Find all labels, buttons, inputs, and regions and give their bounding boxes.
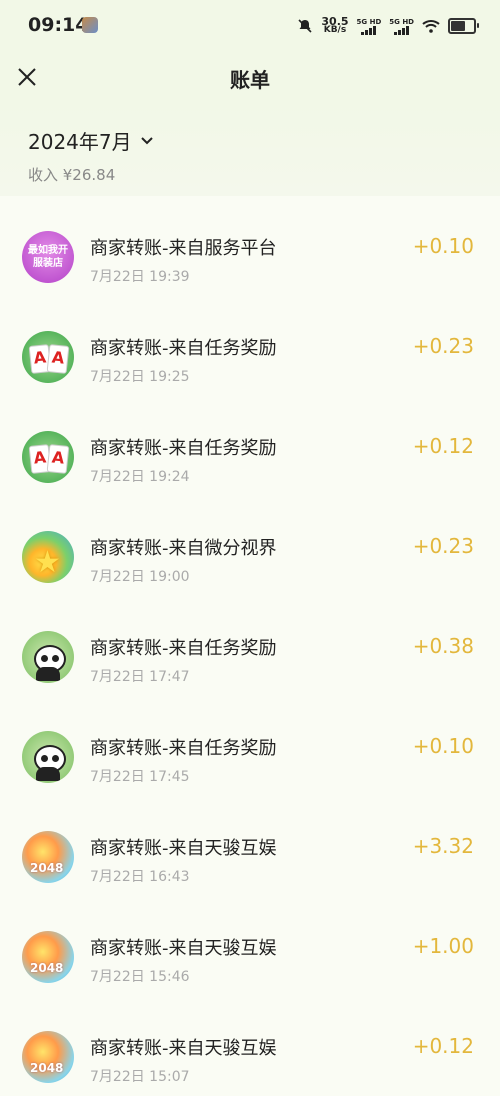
card-game-icon: AA — [22, 331, 74, 383]
month-selector[interactable]: 2024年7月 — [28, 126, 154, 155]
transaction-amount: +0.12 — [412, 1034, 474, 1058]
transaction-time: 7月22日 17:45 — [90, 769, 190, 785]
list-item[interactable]: AA 商家转账-来自任务奖励 7月22日 19:24 +0.12 — [0, 396, 500, 496]
wifi-icon — [422, 20, 440, 33]
transaction-amount: +0.23 — [412, 534, 474, 558]
transaction-amount: +0.23 — [412, 334, 474, 358]
panda-game-icon — [22, 631, 74, 683]
transaction-list: 最如我开 服装店 商家转账-来自服务平台 7月22日 19:39 +0.10 A… — [0, 196, 500, 1096]
list-item[interactable]: ★ 商家转账-来自微分视界 7月22日 19:00 +0.23 — [0, 496, 500, 596]
card-game-icon: AA — [22, 431, 74, 483]
transaction-amount: +0.38 — [412, 634, 474, 658]
transaction-amount: +1.00 — [412, 934, 474, 958]
chevron-down-icon — [140, 136, 153, 144]
transaction-amount: +0.10 — [412, 734, 474, 758]
transaction-time: 7月22日 19:24 — [90, 469, 190, 485]
signal-sim2: 5G HD — [389, 18, 414, 35]
2048-game-icon: 2048 — [22, 1031, 74, 1083]
transaction-time: 7月22日 19:00 — [90, 569, 190, 585]
header: 账单 — [0, 52, 500, 104]
list-item[interactable]: 2048 商家转账-来自天骏互娱 7月22日 15:46 +1.00 — [0, 896, 500, 996]
notification-app-icon — [82, 17, 98, 33]
panda-game-icon — [22, 731, 74, 783]
signal-bars-icon — [394, 25, 410, 35]
transaction-title: 商家转账-来自天骏互娱 — [90, 1038, 277, 1059]
clock: 09:14 — [28, 14, 89, 36]
income-total: 收入 ¥26.84 — [28, 166, 116, 184]
list-item[interactable]: AA 商家转账-来自任务奖励 7月22日 19:25 +0.23 — [0, 296, 500, 396]
2048-game-icon: 2048 — [22, 931, 74, 983]
transaction-title: 商家转账-来自任务奖励 — [90, 338, 277, 359]
list-item[interactable]: 2048 商家转账-来自天骏互娱 7月22日 16:43 +3.32 — [0, 796, 500, 896]
shop-game-icon: 最如我开 服装店 — [22, 231, 74, 283]
transaction-time: 7月22日 17:47 — [90, 669, 190, 685]
page-title: 账单 — [230, 68, 270, 92]
transaction-title: 商家转账-来自任务奖励 — [90, 638, 277, 659]
list-item[interactable]: 商家转账-来自任务奖励 7月22日 17:47 +0.38 — [0, 596, 500, 696]
status-icons: 30.5 KB/s 5G HD 5G HD — [297, 14, 479, 38]
list-item[interactable]: 商家转账-来自任务奖励 7月22日 17:45 +0.10 — [0, 696, 500, 796]
transaction-time: 7月22日 19:39 — [90, 269, 190, 285]
network-speed: 30.5 KB/s — [321, 15, 349, 35]
transaction-time: 7月22日 16:43 — [90, 869, 190, 885]
transaction-title: 商家转账-来自任务奖励 — [90, 738, 277, 759]
signal-sim1: 5G HD — [357, 18, 381, 35]
battery-icon — [448, 18, 479, 34]
transaction-time: 7月22日 15:46 — [90, 969, 190, 985]
month-label: 2024年7月 — [28, 130, 132, 154]
transaction-title: 商家转账-来自天骏互娱 — [90, 838, 277, 859]
transaction-amount: +0.10 — [412, 234, 474, 258]
signal-bars-icon — [361, 25, 377, 35]
transaction-title: 商家转账-来自任务奖励 — [90, 438, 277, 459]
transaction-time: 7月22日 19:25 — [90, 369, 190, 385]
list-item[interactable]: 最如我开 服装店 商家转账-来自服务平台 7月22日 19:39 +0.10 — [0, 196, 500, 296]
mute-bell-icon — [298, 19, 312, 33]
month-summary: 2024年7月 收入 ¥26.84 — [0, 104, 500, 196]
transaction-amount: +0.12 — [412, 434, 474, 458]
transaction-title: 商家转账-来自服务平台 — [90, 238, 277, 259]
list-item[interactable]: 2048 商家转账-来自天骏互娱 7月22日 15:07 +0.12 — [0, 996, 500, 1096]
2048-game-icon: 2048 — [22, 831, 74, 883]
transaction-amount: +3.32 — [412, 834, 474, 858]
gem-game-icon: ★ — [22, 531, 74, 583]
transaction-time: 7月22日 15:07 — [90, 1069, 190, 1085]
transaction-title: 商家转账-来自天骏互娱 — [90, 938, 277, 959]
transaction-title: 商家转账-来自微分视界 — [90, 538, 277, 559]
status-bar: 09:14 30.5 KB/s 5G HD 5G HD — [0, 0, 500, 52]
